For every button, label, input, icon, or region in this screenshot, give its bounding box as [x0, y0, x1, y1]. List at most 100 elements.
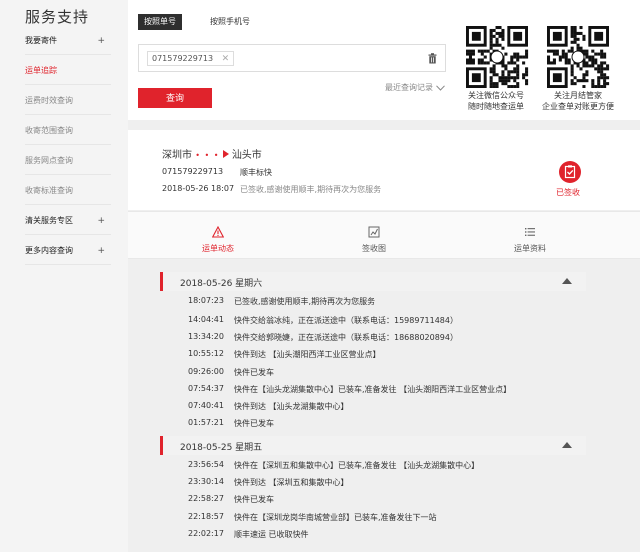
collapse-caret-icon[interactable] — [562, 278, 572, 284]
tab-waybill-dynamics-label: 运单动态 — [202, 244, 234, 253]
event-description: 快件交给翁冰纯，正在派送途中（联系电话：15989711484） — [234, 316, 458, 325]
signature-icon — [368, 226, 380, 238]
tab-by-phone[interactable]: 按照手机号 — [204, 14, 256, 30]
sidebar-item-label: 收寄标准查询 — [25, 186, 73, 195]
event-description: 快件已发车 — [234, 495, 274, 504]
day-header[interactable]: 2018-05-26 星期六 — [160, 272, 586, 291]
warning-triangle-icon — [212, 226, 224, 238]
expand-plus-icon[interactable]: + — [97, 27, 105, 55]
tracking-event: 14:04:41 快件交给翁冰纯，正在派送途中（联系电话：15989711484） — [160, 313, 586, 329]
tracking-event: 18:07:23 已签收,感谢使用顺丰,期待再次为您服务 — [160, 294, 586, 310]
event-description: 快件在【深圳龙岗华南城营业部】已装车,准备发往下一站 — [234, 513, 437, 522]
query-button[interactable]: 查询 — [138, 88, 212, 108]
event-time: 23:30:14 — [188, 477, 224, 486]
day-header[interactable]: 2018-05-25 星期五 — [160, 436, 586, 455]
tab-waybill-info-label: 运单资料 — [514, 244, 546, 253]
wechat-qr-caption-line: 随时随地查运单 — [468, 102, 524, 111]
event-time: 22:18:57 — [188, 512, 224, 521]
tab-receipt-image[interactable]: 签收图 — [314, 212, 434, 260]
sidebar-title: 服务支持 — [25, 8, 90, 26]
result-status-text: 已签收,感谢使用顺丰,期待再次为您服务 — [240, 185, 382, 194]
chevron-down-icon — [435, 84, 445, 91]
event-time: 22:58:27 — [188, 494, 224, 503]
route-dots: • • • — [195, 151, 220, 160]
tracking-event: 10:55:12 快件到达 【汕头潮阳西洋工业区营业点】 — [160, 347, 586, 363]
sidebar-item-outlets[interactable]: 服务网点查询 — [25, 147, 111, 175]
collapse-caret-icon[interactable] — [562, 442, 572, 448]
waybill-chip: 071579229713 ✕ — [147, 51, 235, 66]
sidebar-item-range[interactable]: 收寄范围查询 — [25, 117, 111, 145]
event-description: 快件已发车 — [234, 368, 274, 377]
list-icon — [525, 228, 535, 236]
sidebar-item-customs[interactable]: 清关服务专区 + — [25, 207, 111, 235]
tracking-event: 22:02:17 顺丰速运 已收取快件 — [160, 527, 586, 543]
route: 深圳市 • • • 汕头市 — [162, 146, 262, 161]
wechat-qr-caption-line: 关注微信公众号 — [468, 91, 524, 100]
sidebar-item-label: 清关服务专区 — [25, 216, 73, 225]
event-time: 18:07:23 — [188, 296, 224, 305]
result-datetime: 2018-05-26 18:07 — [162, 184, 235, 193]
waybill-input[interactable]: 071579229713 ✕ — [138, 44, 446, 72]
tracking-event: 07:54:37 快件在【汕头龙湖集散中心】已装车,准备发往 【汕头潮阳西洋工业区… — [160, 382, 586, 398]
tracking-event: 09:26:00 快件已发车 — [160, 365, 586, 381]
event-time: 07:54:37 — [188, 384, 224, 393]
wechat-qr-caption: 关注微信公众号 随时随地查运单 — [451, 90, 541, 112]
waybill-chip-value: 071579229713 — [152, 54, 214, 63]
event-description: 快件到达 【汕头潮阳西洋工业区营业点】 — [234, 350, 381, 359]
yuejie-qr-code — [546, 26, 610, 88]
yuejie-qr-caption-line: 关注月结管家 — [554, 91, 602, 100]
tracking-event: 07:40:41 快件到达 【汕头龙湖集散中心】 — [160, 399, 586, 415]
origin-city: 深圳市 — [162, 150, 192, 161]
event-description: 快件已发车 — [234, 419, 274, 428]
event-description: 快件交给郭晓婕，正在派送途中（联系电话：18688020894） — [234, 333, 458, 342]
event-time: 01:57:21 — [188, 418, 224, 427]
recent-queries-link[interactable]: 最近查询记录 — [385, 82, 445, 93]
tracking-event: 13:34:20 快件交给郭晓婕，正在派送途中（联系电话：18688020894） — [160, 330, 586, 346]
event-description: 顺丰速运 已收取快件 — [234, 530, 309, 539]
sidebar-item-label: 运单追踪 — [25, 66, 57, 75]
event-time: 07:40:41 — [188, 401, 224, 410]
event-time: 10:55:12 — [188, 349, 224, 358]
event-description: 快件到达 【汕头龙湖集散中心】 — [234, 402, 349, 411]
destination-city: 汕头市 — [231, 150, 262, 161]
day-header-date: 2018-05-26 星期六 — [180, 279, 263, 289]
tracking-event: 01:57:21 快件已发车 — [160, 416, 586, 432]
sidebar-item-label: 收寄范围查询 — [25, 126, 73, 135]
signed-status-badge: 已签收 — [556, 188, 580, 197]
sidebar: 服务支持 我要寄件 + 运单追踪 运费时效查询 收寄范围查询 服务网点查询 收寄… — [0, 0, 128, 552]
sidebar-item-tracking[interactable]: 运单追踪 — [25, 57, 111, 85]
expand-plus-icon[interactable]: + — [97, 237, 105, 265]
tracking-event: 23:56:54 快件在【深圳五和集散中心】已装车,准备发往 【汕头龙湖集散中心】 — [160, 458, 586, 474]
event-time: 22:02:17 — [188, 529, 224, 538]
sidebar-item-fee-time[interactable]: 运费时效查询 — [25, 87, 111, 115]
sidebar-item-standards[interactable]: 收寄标准查询 — [25, 177, 111, 205]
expand-plus-icon[interactable]: + — [97, 207, 105, 235]
event-time: 14:04:41 — [188, 315, 224, 324]
arrow-right-icon — [222, 150, 229, 158]
yuejie-qr-caption: 关注月结管家 企业查单对账更方便 — [533, 90, 623, 112]
tracking-event: 22:18:57 快件在【深圳龙岗华南城营业部】已装车,准备发往下一站 — [160, 510, 586, 526]
tab-waybill-dynamics[interactable]: 运单动态 — [158, 212, 278, 260]
sidebar-item-send[interactable]: 我要寄件 + — [25, 27, 111, 55]
trash-icon[interactable] — [428, 53, 437, 64]
event-description: 快件在【深圳五和集散中心】已装车,准备发往 【汕头龙湖集散中心】 — [234, 461, 480, 470]
event-description: 快件到达 【深圳五和集散中心】 — [234, 478, 349, 487]
event-description: 已签收,感谢使用顺丰,期待再次为您服务 — [234, 297, 376, 306]
sidebar-item-label: 我要寄件 — [25, 36, 57, 45]
wechat-qr-code — [465, 26, 529, 88]
search-panel: 按照单号 按照手机号 071579229713 ✕ 最近查询记录 查询 关注微信… — [128, 0, 640, 120]
result-card: 深圳市 • • • 汕头市 071579229713 顺丰标快 2018-05-… — [128, 130, 640, 210]
sidebar-item-more[interactable]: 更多内容查询 + — [25, 237, 111, 265]
main-content: 按照单号 按照手机号 071579229713 ✕ 最近查询记录 查询 关注微信… — [128, 0, 640, 552]
sidebar-item-label: 更多内容查询 — [25, 246, 73, 255]
detail-tabs: 运单动态 签收图 运单资料 — [128, 211, 640, 259]
tracking-event: 23:30:14 快件到达 【深圳五和集散中心】 — [160, 475, 586, 491]
yuejie-qr-caption-line: 企业查单对账更方便 — [542, 102, 614, 111]
check-clipboard-icon — [559, 161, 581, 183]
tab-waybill-info[interactable]: 运单资料 — [470, 212, 590, 260]
recent-queries-label: 最近查询记录 — [385, 83, 433, 92]
event-time: 13:34:20 — [188, 332, 224, 341]
close-icon[interactable]: ✕ — [222, 54, 230, 64]
tab-by-waybill[interactable]: 按照单号 — [138, 14, 182, 30]
sidebar-item-label: 运费时效查询 — [25, 96, 73, 105]
